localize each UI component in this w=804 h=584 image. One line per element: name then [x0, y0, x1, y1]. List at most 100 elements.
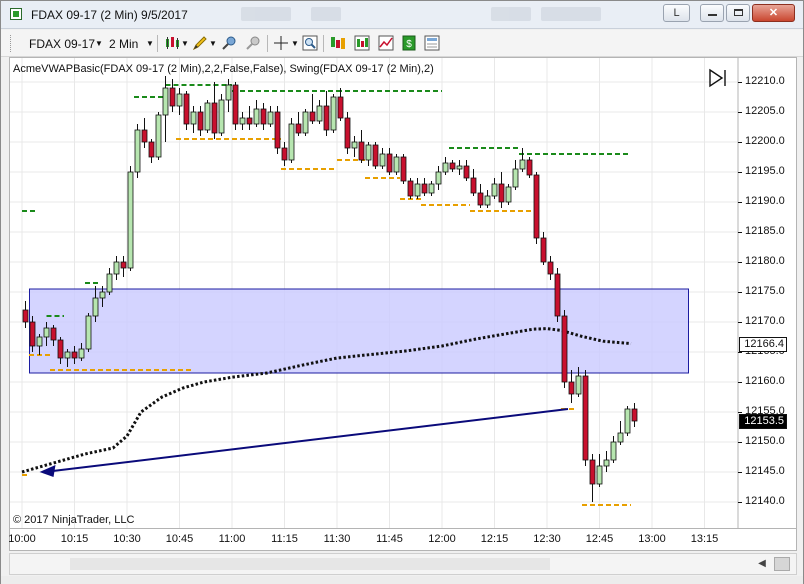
- candle-up: [617, 432, 624, 443]
- instrument-dropdown-icon[interactable]: ▼: [95, 34, 103, 54]
- candle-up: [36, 336, 43, 347]
- arrow-layer: [39, 408, 569, 477]
- y-tick-label: 12205.0: [738, 105, 785, 117]
- global-crosshair-icon[interactable]: [245, 35, 261, 51]
- candle-up: [414, 183, 421, 197]
- zoom-icon[interactable]: [302, 35, 318, 51]
- play-forward-icon[interactable]: [707, 67, 729, 89]
- close-button[interactable]: ✕: [752, 4, 795, 22]
- interval-selector[interactable]: 2 Min: [109, 34, 138, 54]
- candle-down: [71, 351, 78, 359]
- supply-demand-zone: [29, 288, 689, 374]
- vwap-price-tag: 12166.4: [739, 336, 787, 352]
- y-tick-label: 12170.0: [738, 315, 785, 327]
- data-box-icon[interactable]: $: [401, 35, 417, 51]
- candle-up: [78, 348, 85, 359]
- candle-down: [582, 375, 589, 461]
- candle-down: [589, 459, 596, 485]
- candle-up: [176, 93, 183, 107]
- y-tick-label: 12175.0: [738, 285, 785, 297]
- candle-down: [22, 309, 29, 323]
- candle-up: [267, 111, 274, 125]
- chart-toolbar: FDAX 09-17 ▼ 2 Min ▼ ▼ ▼ ▼ $: [1, 30, 803, 57]
- candle-up: [379, 153, 386, 167]
- horizontal-scrollbar[interactable]: ◀: [9, 553, 797, 575]
- price-plot[interactable]: [10, 58, 796, 528]
- title-bar[interactable]: FDAX 09-17 (2 Min) 9/5/2017 L ✕: [1, 1, 803, 29]
- drawing-tool-icon[interactable]: [192, 35, 208, 51]
- x-tick-label: 12:00: [428, 533, 456, 545]
- candle-up: [162, 87, 169, 116]
- candle-down: [274, 111, 281, 149]
- bar-type-icon[interactable]: [164, 35, 180, 51]
- candle-down: [449, 162, 456, 170]
- candle-up: [505, 186, 512, 203]
- instrument-selector[interactable]: FDAX 09-17: [29, 34, 95, 54]
- candle-down: [421, 183, 428, 194]
- candle-up: [512, 168, 519, 188]
- strategies-icon[interactable]: [354, 35, 370, 51]
- candle-down: [323, 105, 330, 131]
- candle-up: [106, 273, 113, 293]
- candle-down: [260, 108, 267, 125]
- candle-down: [246, 117, 253, 125]
- candle-down: [141, 129, 148, 143]
- order-panel-icon[interactable]: [424, 35, 440, 51]
- indicators-icon[interactable]: [330, 35, 346, 51]
- x-axis[interactable]: 10:00 10:15 10:30 10:45 11:00 11:15 11:30 11:45…: [8, 528, 796, 550]
- y-tick-label: 12195.0: [738, 165, 785, 177]
- chart-window: FDAX 09-17 (2 Min) 9/5/2017 L ✕ FDAX 09-…: [0, 0, 804, 584]
- candle-down: [50, 327, 57, 341]
- lock-button[interactable]: L: [663, 4, 690, 22]
- x-tick-label: 13:00: [638, 533, 666, 545]
- candle-up: [92, 297, 99, 317]
- drawing-tool-dropdown-icon[interactable]: ▼: [209, 34, 217, 54]
- candle-up: [288, 123, 295, 161]
- ninjatrader-app-icon: [10, 8, 22, 20]
- candle-down: [197, 111, 204, 131]
- toolbar-separator: [157, 35, 158, 52]
- y-tick-label: 12140.0: [738, 495, 785, 507]
- candle-down: [295, 123, 302, 134]
- candle-up: [365, 144, 372, 161]
- candle-up: [85, 315, 92, 350]
- candle-up: [239, 117, 246, 125]
- candle-up: [491, 183, 498, 197]
- candle-up: [575, 375, 582, 395]
- candle-down: [561, 315, 568, 383]
- chart-panel[interactable]: AcmeVWAPBasic(FDAX 09-17 (2 Min),2,2,Fal…: [8, 57, 797, 551]
- candle-up: [113, 261, 120, 275]
- chart-properties-icon[interactable]: [378, 35, 394, 51]
- crosshair-gear-icon[interactable]: [221, 35, 237, 51]
- candle-up: [155, 114, 162, 158]
- candle-up: [99, 291, 106, 299]
- minimize-button[interactable]: [700, 4, 724, 22]
- bar-type-dropdown-icon[interactable]: ▼: [181, 34, 189, 54]
- scroll-left-icon[interactable]: ◀: [755, 557, 769, 571]
- y-tick-label: 12190.0: [738, 195, 785, 207]
- last-price-tag: 12153.5: [739, 414, 787, 429]
- candle-down: [281, 147, 288, 161]
- candle-down: [526, 159, 533, 176]
- candle-down: [169, 87, 176, 107]
- candle-down: [358, 141, 365, 161]
- candle-down: [498, 183, 505, 203]
- candle-down: [29, 321, 36, 347]
- candle-up: [190, 111, 197, 125]
- crosshair-icon[interactable]: [273, 35, 289, 51]
- interval-dropdown-icon[interactable]: ▼: [146, 34, 154, 54]
- y-tick-label: 12200.0: [738, 135, 785, 147]
- x-tick-label: 10:30: [113, 533, 141, 545]
- crosshair-dropdown-icon[interactable]: ▼: [291, 34, 299, 54]
- toolbar-grip[interactable]: [10, 35, 11, 52]
- indicator-label[interactable]: AcmeVWAPBasic(FDAX 09-17 (2 Min),2,2,Fal…: [13, 63, 434, 75]
- candle-down: [400, 156, 407, 182]
- y-tick-label: 12145.0: [738, 465, 785, 477]
- candle-down: [470, 177, 477, 194]
- x-tick-label: 11:00: [218, 533, 246, 545]
- candle-up: [456, 165, 463, 170]
- scroll-thumb[interactable]: [774, 557, 790, 571]
- scrollbar-track[interactable]: [70, 558, 550, 570]
- candle-down: [554, 273, 561, 317]
- maximize-button[interactable]: [726, 4, 750, 22]
